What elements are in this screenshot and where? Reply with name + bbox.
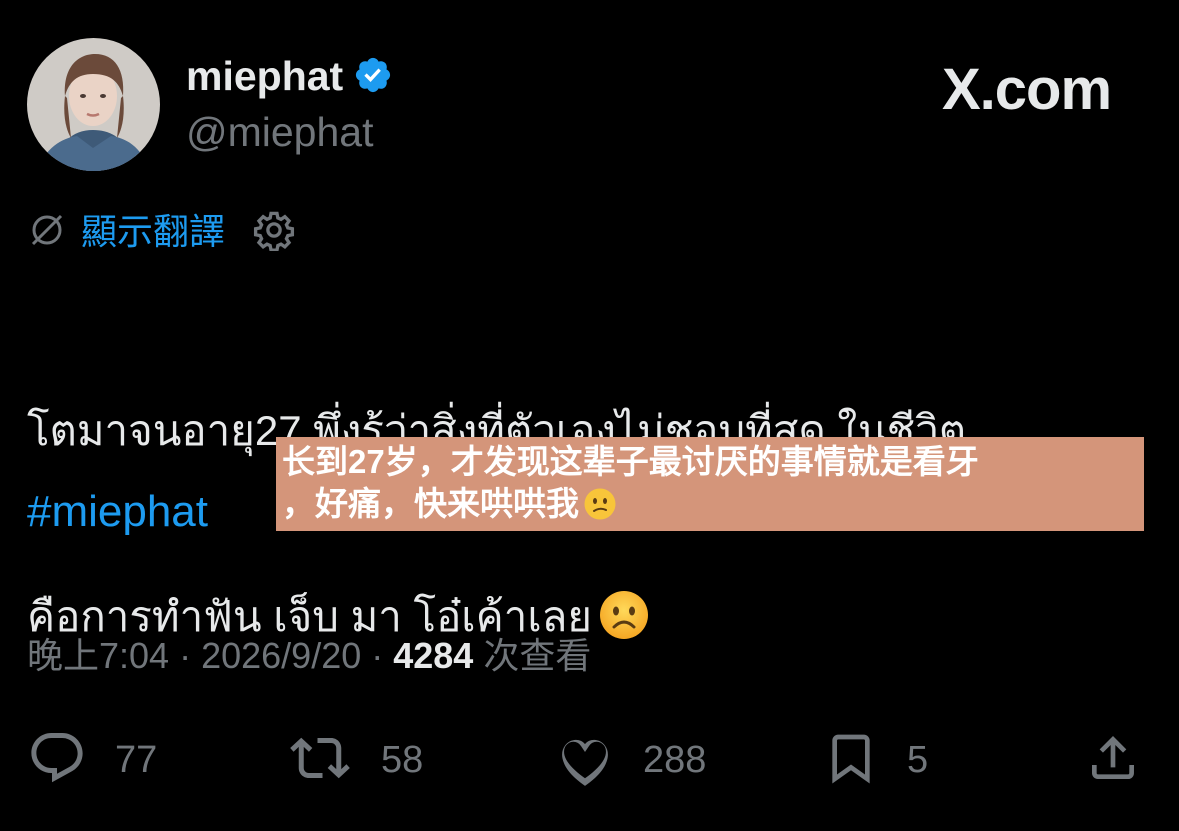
bookmark-count: 5 xyxy=(907,738,929,781)
avatar-image xyxy=(27,38,160,171)
repost-count: 58 xyxy=(381,738,424,781)
bookmark-icon xyxy=(823,728,879,793)
view-count-label: 次查看 xyxy=(473,635,592,676)
handle[interactable]: @miephat xyxy=(186,108,373,156)
like-count: 288 xyxy=(643,738,707,781)
caption-line-2: ，好痛，快来哄哄我 xyxy=(282,483,1138,525)
tweet-time[interactable]: 晚上7:04 xyxy=(27,635,169,676)
repost-icon xyxy=(287,728,353,793)
heart-icon xyxy=(555,728,615,793)
display-name[interactable]: miephat xyxy=(186,52,393,100)
display-name-text: miephat xyxy=(186,53,344,99)
hashtag-link[interactable]: #miephat xyxy=(27,484,208,540)
avatar[interactable] xyxy=(27,38,160,171)
tweet-meta: 晚上7:04 · 2026/9/20 · 4284 次查看 xyxy=(27,632,591,680)
reply-button[interactable]: 77 xyxy=(27,730,157,790)
translation-caption-overlay: 长到27岁，才发现这辈子最讨厌的事情就是看牙 ，好痛，快来哄哄我 xyxy=(276,437,1144,531)
meta-separator: · xyxy=(169,635,202,676)
reply-count: 77 xyxy=(115,738,158,781)
like-button[interactable]: 288 xyxy=(555,730,706,790)
meta-separator: · xyxy=(361,635,394,676)
tweet-date[interactable]: 2026/9/20 xyxy=(201,635,361,676)
verified-badge-icon xyxy=(353,55,393,95)
show-translation-link[interactable]: 顯示翻譯 xyxy=(81,208,225,256)
view-count: 4284 xyxy=(393,635,474,676)
caption-line-2-text: ，好痛，快来哄哄我 xyxy=(282,485,579,522)
frowning-face-emoji-icon xyxy=(598,589,650,641)
reply-icon xyxy=(27,728,87,793)
caption-line-1: 长到27岁，才发现这辈子最讨厌的事情就是看牙 xyxy=(282,443,979,480)
bookmark-button[interactable]: 5 xyxy=(823,730,928,790)
gear-icon[interactable] xyxy=(253,209,295,256)
translate-row: 顯示翻譯 xyxy=(27,208,295,256)
confused-face-emoji-icon xyxy=(583,487,617,521)
share-icon xyxy=(1085,728,1141,793)
repost-button[interactable]: 58 xyxy=(287,730,423,790)
no-translate-icon xyxy=(27,210,67,255)
action-bar: 77 58 288 5 xyxy=(27,730,1157,790)
brand-logo: X.com xyxy=(942,57,1112,122)
share-button[interactable] xyxy=(1085,730,1141,790)
